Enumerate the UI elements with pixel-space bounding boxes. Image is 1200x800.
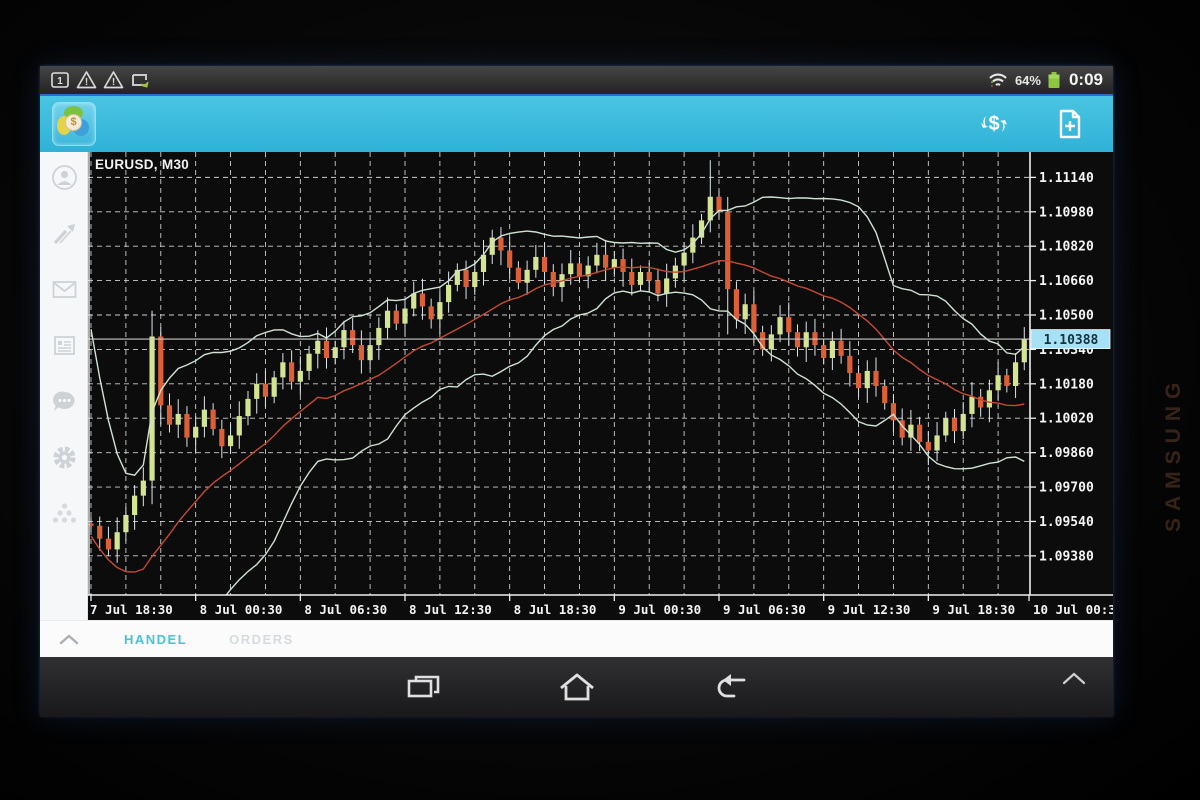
clock: 0:09 [1069,70,1103,90]
svg-text:8 Jul 06:30: 8 Jul 06:30 [304,602,387,617]
svg-text:1.09860: 1.09860 [1039,446,1094,461]
app-toolbar: $ $ [40,94,1113,152]
tablet-screen: 1 ! ! [40,66,1113,716]
svg-text:1.10180: 1.10180 [1039,377,1094,392]
settings-gear-icon [51,444,78,471]
svg-text:7 Jul 18:30: 7 Jul 18:30 [90,602,173,617]
svg-text:9 Jul 00:30: 9 Jul 00:30 [618,602,701,617]
charts-arrow-icon [51,220,78,247]
android-nav-bar [40,657,1113,717]
battery-icon [1047,70,1061,90]
svg-text:8 Jul 00:30: 8 Jul 00:30 [200,602,283,617]
svg-text:9 Jul 06:30: 9 Jul 06:30 [723,602,806,617]
svg-text:1.10388: 1.10388 [1044,333,1099,348]
mini-apps-caret-button[interactable] [1061,671,1087,690]
svg-text:EURUSD, M30: EURUSD, M30 [95,157,189,172]
quotes-profile-icon [51,164,78,191]
recent-apps-button[interactable] [397,669,449,705]
chart-area[interactable]: 1.11140 1.10980 1.10820 1.10660 1.10500 1.103… [88,152,1113,620]
metaquotes-community-icon [51,500,78,527]
android-status-bar: 1 ! ! [40,66,1113,94]
bottom-tab-bar: HANDEL ORDERS [40,620,1113,657]
status-notifications: 1 ! ! [50,70,981,90]
svg-text:9 Jul 12:30: 9 Jul 12:30 [828,602,911,617]
back-icon [711,672,751,702]
candlestick-chart[interactable]: 1.11140 1.10980 1.10820 1.10660 1.10500 1.103… [88,152,1113,620]
svg-text:1.09540: 1.09540 [1039,515,1094,530]
wifi-icon [987,70,1009,90]
svg-text:8 Jul 12:30: 8 Jul 12:30 [409,602,492,617]
chevron-up-icon [1061,671,1087,685]
new-order-button[interactable] [1053,107,1087,141]
tabs-expand-button[interactable] [58,633,80,645]
back-button[interactable] [705,669,757,705]
screen-capture-icon [130,70,152,90]
news-icon [51,332,78,359]
svg-text:!: ! [85,77,88,88]
svg-text:1.10500: 1.10500 [1039,309,1094,324]
svg-text:1.09380: 1.09380 [1039,549,1094,564]
calendar-notification-icon: 1 [50,70,70,90]
svg-text:1.10820: 1.10820 [1039,240,1094,255]
sidebar-item-chat[interactable] [51,388,78,415]
svg-text:1: 1 [57,76,63,87]
new-order-icon [1056,108,1084,140]
samsung-bezel-logo: SAMSUNG [1162,282,1186,532]
sidebar-item-quotes[interactable] [51,164,78,191]
chevron-up-icon [58,633,80,645]
svg-text:1.10660: 1.10660 [1039,274,1094,289]
chat-icon [51,388,78,415]
trade-dollar-button[interactable]: $ [977,107,1011,141]
sidebar-item-settings[interactable] [51,444,78,471]
svg-text:!: ! [112,77,115,88]
logo-coin: $ [65,114,82,131]
svg-text:9 Jul 18:30: 9 Jul 18:30 [932,602,1015,617]
metatrader-logo[interactable]: $ [52,102,96,146]
left-sidebar [40,152,88,620]
sidebar-item-about[interactable] [51,500,78,527]
svg-text:1.11140: 1.11140 [1039,171,1094,186]
tab-orders[interactable]: ORDERS [229,632,294,647]
sidebar-item-charts[interactable] [51,220,78,247]
recent-apps-icon [403,672,443,702]
svg-text:$: $ [988,113,999,135]
home-button[interactable] [551,669,603,705]
svg-text:10 Jul 00:30: 10 Jul 00:30 [1033,602,1113,617]
status-system-icons: 64% 0:09 [987,70,1103,90]
warning-icon: ! [103,70,124,90]
svg-text:1.10020: 1.10020 [1039,412,1094,427]
tablet-photo: SAMSUNG 1 ! ! [0,0,1200,800]
trade-dollar-icon: $ [978,109,1010,139]
svg-text:1.10980: 1.10980 [1039,205,1094,220]
home-icon [556,672,598,702]
battery-percent: 64% [1015,73,1041,88]
mailbox-icon [51,276,78,303]
tab-handel[interactable]: HANDEL [124,632,187,647]
sidebar-item-mailbox[interactable] [51,276,78,303]
warning-icon: ! [76,70,97,90]
sidebar-item-news[interactable] [51,332,78,359]
svg-text:1.09700: 1.09700 [1039,481,1094,496]
svg-text:8 Jul 18:30: 8 Jul 18:30 [514,602,597,617]
